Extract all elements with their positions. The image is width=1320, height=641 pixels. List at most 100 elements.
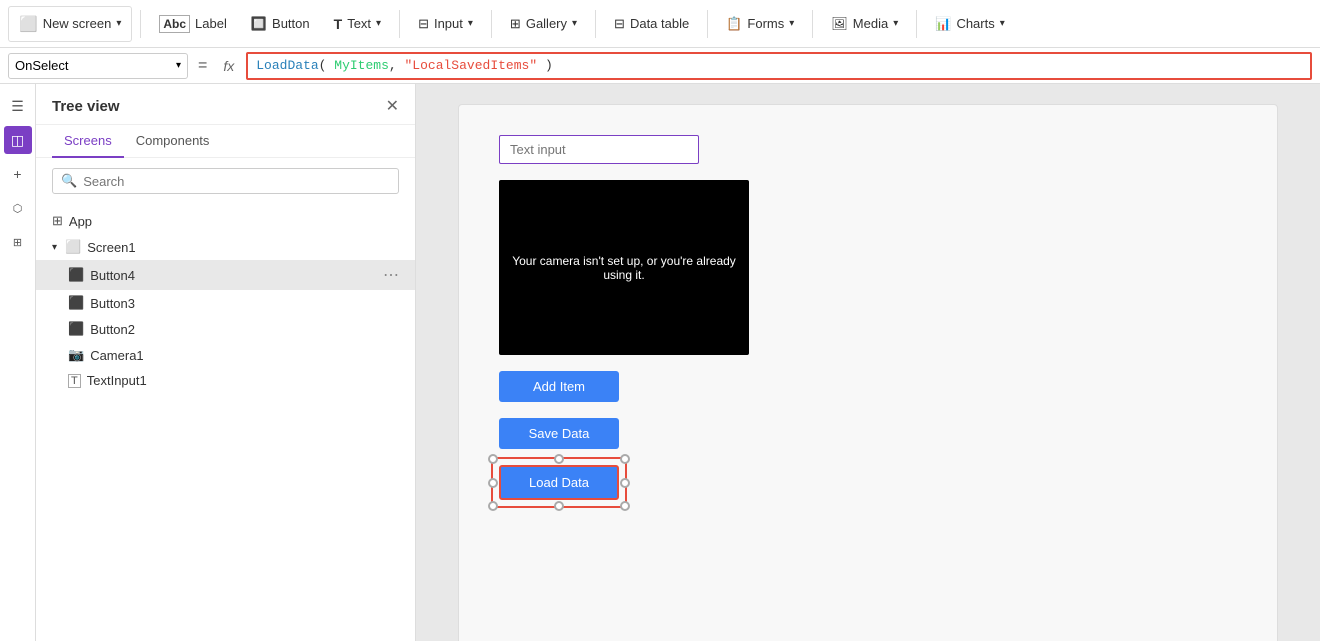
text-label: Text xyxy=(347,16,371,31)
canvas-frame: Your camera isn't set up, or you're alre… xyxy=(458,104,1278,641)
tree-item-textinput1[interactable]: T TextInput1 xyxy=(36,368,415,393)
formula-paren-open: ( xyxy=(319,58,327,73)
divider-5 xyxy=(707,10,708,38)
divider-3 xyxy=(491,10,492,38)
app-icon: ⊞ xyxy=(52,213,63,229)
gallery-label: Gallery xyxy=(526,16,567,31)
formula-paren-close: ) xyxy=(545,58,553,73)
fx-button[interactable]: fx xyxy=(217,58,240,74)
formula-comma: , xyxy=(389,58,405,73)
canvas-text-input[interactable] xyxy=(499,135,699,164)
media-button[interactable]: 🖼 Media ▾ xyxy=(821,6,908,42)
gallery-icon: ⊞ xyxy=(510,16,521,32)
handle-middle-right[interactable] xyxy=(620,478,630,488)
equals-sign: = xyxy=(194,57,211,75)
tree-search-container: 🔍 xyxy=(52,168,399,194)
media-label: Media xyxy=(853,16,888,31)
screen1-icon: ⬜ xyxy=(65,239,81,255)
tree-item-button2[interactable]: ⬛ Button2 xyxy=(36,316,415,342)
formula-param2: "LocalSavedItems" xyxy=(405,58,538,73)
tree-item-app[interactable]: ⊞ App xyxy=(36,208,415,234)
text-button[interactable]: T Text ▾ xyxy=(324,6,391,42)
tree-item-screen1[interactable]: ▾ ⬜ Screen1 xyxy=(36,234,415,260)
handle-bottom-middle[interactable] xyxy=(554,501,564,511)
handle-bottom-left[interactable] xyxy=(488,501,498,511)
divider-7 xyxy=(916,10,917,38)
input-chevron: ▾ xyxy=(468,18,473,29)
text-icon: T xyxy=(334,16,343,32)
handle-top-middle[interactable] xyxy=(554,454,564,464)
button-button[interactable]: 🔲 Button xyxy=(241,6,320,42)
formula-function: LoadData xyxy=(256,58,318,73)
button4-label: Button4 xyxy=(90,268,377,283)
charts-icon: 📊 xyxy=(935,16,951,32)
new-screen-button[interactable]: ⬜ New screen ▾ xyxy=(8,6,132,42)
input-button[interactable]: ⊟ Input ▾ xyxy=(408,6,483,42)
property-chevron: ▾ xyxy=(176,60,181,71)
forms-label: Forms xyxy=(747,16,784,31)
forms-button[interactable]: 📋 Forms ▾ xyxy=(716,6,804,42)
add-item-label: Add Item xyxy=(533,379,585,394)
load-data-label: Load Data xyxy=(529,475,589,490)
toolbar: ⬜ New screen ▾ Abc Label 🔲 Button T Text… xyxy=(0,0,1320,48)
forms-chevron: ▾ xyxy=(789,18,794,29)
tab-screens[interactable]: Screens xyxy=(52,125,124,158)
load-data-button[interactable]: Load Data xyxy=(499,465,619,500)
charts-label: Charts xyxy=(956,16,994,31)
button4-more-button[interactable]: ⋯ xyxy=(383,265,399,285)
add-item-button[interactable]: Add Item xyxy=(499,371,619,402)
new-screen-label: New screen xyxy=(43,16,112,31)
new-screen-chevron: ▾ xyxy=(116,18,121,29)
button2-label: Button2 xyxy=(90,322,399,337)
button-icon: 🔲 xyxy=(251,16,267,32)
components-icon-btn[interactable]: ⊞ xyxy=(4,228,32,256)
layers-icon-btn[interactable]: ◫ xyxy=(4,126,32,154)
media-chevron: ▾ xyxy=(893,18,898,29)
divider-1 xyxy=(140,10,141,38)
camera1-icon: 📷 xyxy=(68,347,84,363)
screen1-label: Screen1 xyxy=(87,240,399,255)
button3-label: Button3 xyxy=(90,296,399,311)
label-button[interactable]: Abc Label xyxy=(149,6,236,42)
media-icon: 🖼 xyxy=(831,16,848,32)
divider-6 xyxy=(812,10,813,38)
text-chevron: ▾ xyxy=(376,18,381,29)
handle-middle-left[interactable] xyxy=(488,478,498,488)
menu-icon-btn[interactable]: ☰ xyxy=(4,92,32,120)
tree-close-button[interactable]: ✕ xyxy=(386,96,399,116)
main-layout: ☰ ◫ + ⬡ ⊞ Tree view ✕ Screens Components… xyxy=(0,84,1320,641)
charts-button[interactable]: 📊 Charts ▾ xyxy=(925,6,1015,42)
button3-icon: ⬛ xyxy=(68,295,84,311)
formula-input[interactable]: LoadData ( MyItems , "LocalSavedItems" ) xyxy=(246,52,1312,80)
screen1-chevron: ▾ xyxy=(52,242,57,253)
input-label: Input xyxy=(434,16,463,31)
search-input[interactable] xyxy=(83,174,390,189)
handle-top-right[interactable] xyxy=(620,454,630,464)
handle-bottom-right[interactable] xyxy=(620,501,630,511)
canvas-camera: Your camera isn't set up, or you're alre… xyxy=(499,180,749,355)
tab-components[interactable]: Components xyxy=(124,125,222,158)
divider-2 xyxy=(399,10,400,38)
gallery-button[interactable]: ⊞ Gallery ▾ xyxy=(500,6,587,42)
property-selector[interactable]: OnSelect ▾ xyxy=(8,53,188,79)
tree-item-button4[interactable]: ⬛ Button4 ⋯ xyxy=(36,260,415,290)
add-icon-btn[interactable]: + xyxy=(4,160,32,188)
load-data-wrapper: Load Data xyxy=(499,465,619,500)
formula-space2 xyxy=(537,58,545,73)
handle-top-left[interactable] xyxy=(488,454,498,464)
tree-item-camera1[interactable]: 📷 Camera1 xyxy=(36,342,415,368)
canvas-area: Your camera isn't set up, or you're alre… xyxy=(416,84,1320,641)
property-label: OnSelect xyxy=(15,58,68,73)
search-icon: 🔍 xyxy=(61,173,77,189)
save-data-button[interactable]: Save Data xyxy=(499,418,619,449)
new-screen-icon: ⬜ xyxy=(19,15,38,33)
tree-item-button3[interactable]: ⬛ Button3 xyxy=(36,290,415,316)
button-label: Button xyxy=(272,16,310,31)
formula-bar: OnSelect ▾ = fx LoadData ( MyItems , "Lo… xyxy=(0,48,1320,84)
divider-4 xyxy=(595,10,596,38)
app-label: App xyxy=(69,214,399,229)
save-data-label: Save Data xyxy=(529,426,590,441)
data-table-button[interactable]: ⊟ Data table xyxy=(604,6,699,42)
data-icon-btn[interactable]: ⬡ xyxy=(4,194,32,222)
data-table-icon: ⊟ xyxy=(614,16,625,32)
